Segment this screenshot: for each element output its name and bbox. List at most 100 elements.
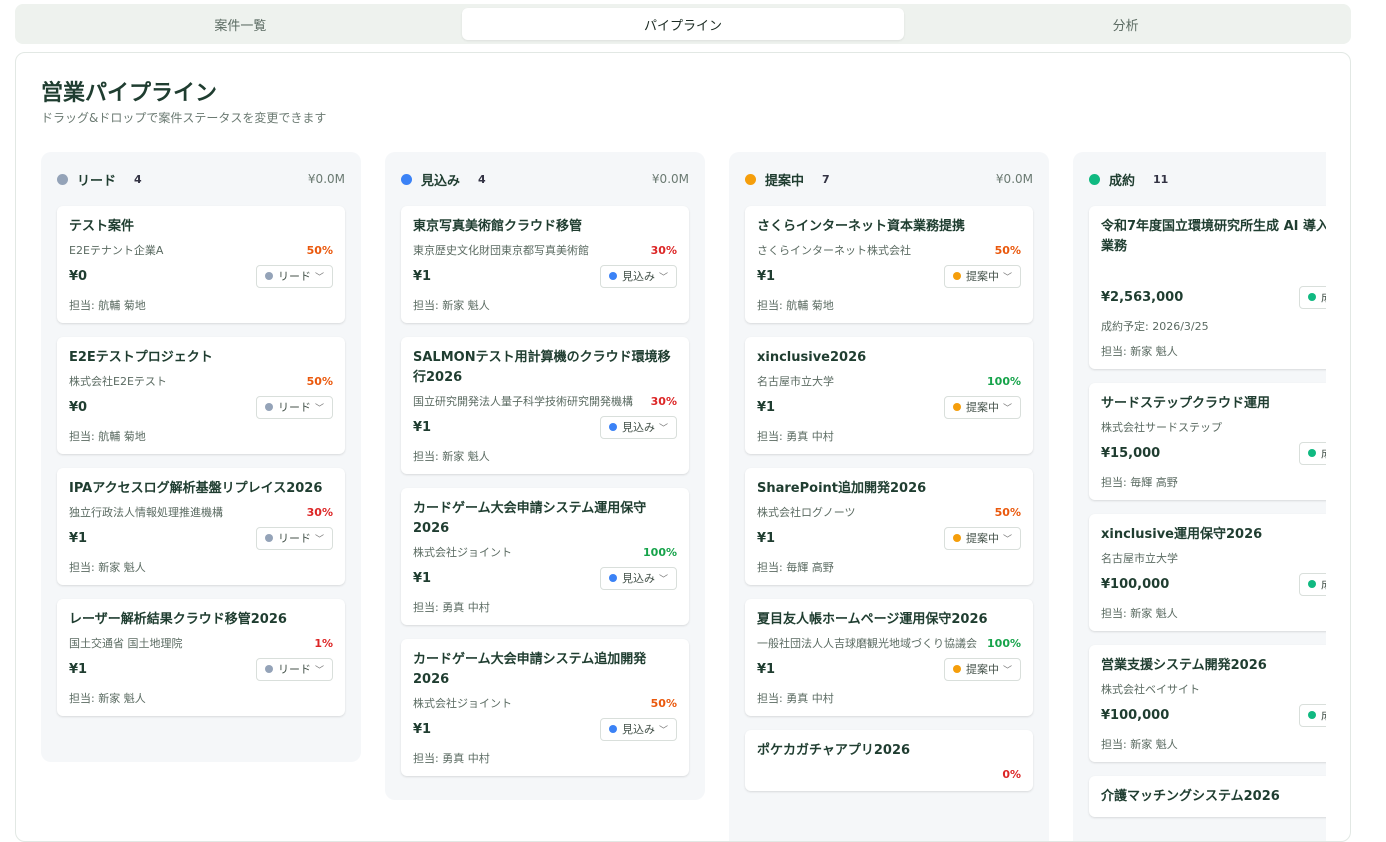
column-header: 見込み 4 ¥0.0M bbox=[401, 152, 689, 206]
deal-card[interactable]: さくらインターネット資本業務提携 さくらインターネット株式会社 50% ¥1 提案中 ﹀ 担… bbox=[745, 206, 1033, 323]
deal-card[interactable]: IPAアクセスログ解析基盤リプレイス2026 独立行政法人情報処理推進機構 30% ¥… bbox=[57, 468, 345, 585]
deal-probability: 30% bbox=[650, 244, 677, 257]
deal-owner: 担当: 新家 魁人 bbox=[1101, 345, 1178, 358]
chevron-down-icon: ﹀ bbox=[658, 574, 668, 585]
deal-amount-row: ¥1 リード ﹀ bbox=[69, 526, 333, 550]
deal-title: テスト案件 bbox=[69, 219, 135, 234]
deal-card[interactable]: 令和7年度国立環境研究所生成 AI 導入支援業務 ¥2,563,000 成約﹀ 成約予… bbox=[1089, 206, 1326, 369]
column-title: リード bbox=[77, 173, 117, 189]
status-dot-icon bbox=[608, 725, 617, 733]
deal-card[interactable]: E2Eテストプロジェクト 株式会社E2Eテスト 50% ¥0 リード ﹀ 担当: 航輔 菊地 bbox=[57, 337, 345, 454]
kanban-board: リード 4 ¥0.0M テスト案件 E2Eテナント企業A 50% ¥0 リード ﹀ 担当: 航輔 … bbox=[41, 152, 1326, 841]
deal-company: E2Eテナント企業A bbox=[69, 244, 164, 257]
status-select[interactable]: 見込み ﹀ bbox=[599, 264, 677, 288]
status-select[interactable]: リード ﹀ bbox=[255, 526, 333, 550]
deal-card[interactable]: サードステップクラウド運用株式会社サードステップ ¥15,000 成約﹀ 担当: 毎輝… bbox=[1089, 383, 1326, 500]
status-select[interactable]: 提案中 ﹀ bbox=[943, 395, 1021, 419]
deal-card[interactable]: SharePoint追加開発2026 株式会社ログノーツ 50% ¥1 提案中 ﹀ 担当: … bbox=[745, 468, 1033, 585]
deal-owner: 担当: 新家 魁人 bbox=[1101, 738, 1178, 751]
chevron-down-icon: ﹀ bbox=[1002, 403, 1012, 414]
deal-card[interactable]: 夏目友人帳ホームページ運用保守2026 一般社団法人人吉球磨観光地域づくり協議会 1… bbox=[745, 599, 1033, 716]
deal-card[interactable]: 介護マッチングシステム2026 bbox=[1089, 776, 1326, 817]
deal-company: 名古屋市立大学 bbox=[1101, 552, 1178, 565]
deal-card[interactable]: レーザー解析結果クラウド移管2026 国土交通省 国土地理院 1% ¥1 リード ﹀ 担当:… bbox=[57, 599, 345, 716]
deal-title: 東京写真美術館クラウド移管 bbox=[413, 219, 583, 234]
deal-title: サードステップクラウド運用 bbox=[1101, 396, 1271, 411]
deal-meta-row: E2Eテナント企業A 50% bbox=[69, 244, 333, 258]
deal-card[interactable]: 東京写真美術館クラウド移管 東京歴史文化財団東京都写真美術館 30% ¥1 見込み ﹀ 担当… bbox=[401, 206, 689, 323]
deal-card[interactable]: xinclusive運用保守2026 名古屋市立大学 ¥100,000 成約﹀ 担当: … bbox=[1089, 514, 1326, 631]
deal-meta-row: 株式会社ベイサイト bbox=[1101, 683, 1326, 697]
deal-card[interactable]: カードゲーム大会申請システム追加開発2026 株式会社ジョイント 50% ¥1 見込み ﹀… bbox=[401, 639, 689, 776]
status-select[interactable]: リード ﹀ bbox=[255, 657, 333, 681]
deal-amount: ¥1 bbox=[413, 570, 432, 586]
deal-title: SharePoint追加開発2026 bbox=[757, 481, 927, 496]
deal-owner: 担当: 勇真 中村 bbox=[757, 692, 834, 705]
status-select[interactable]: 成約﹀ bbox=[1298, 285, 1326, 309]
status-select[interactable]: リード ﹀ bbox=[255, 395, 333, 419]
deal-owner: 担当: 航輔 菊地 bbox=[69, 299, 146, 312]
chevron-down-icon: ﹀ bbox=[314, 665, 324, 676]
status-select[interactable]: 成約﹀ bbox=[1298, 703, 1326, 727]
deal-amount-row: ¥1 提案中 ﹀ bbox=[757, 264, 1021, 288]
chevron-down-icon: ﹀ bbox=[314, 534, 324, 545]
deal-title: カードゲーム大会申請システム運用保守2026 bbox=[413, 501, 647, 536]
deal-probability: 50% bbox=[306, 244, 333, 257]
chevron-down-icon: ﹀ bbox=[1002, 665, 1012, 676]
deal-amount: ¥1 bbox=[757, 661, 776, 677]
column-title: 成約 bbox=[1109, 173, 1136, 189]
deal-card[interactable]: テスト案件 E2Eテナント企業A 50% ¥0 リード ﹀ 担当: 航輔 菊地 bbox=[57, 206, 345, 323]
status-select[interactable]: 提案中 ﹀ bbox=[943, 526, 1021, 550]
deal-title: レーザー解析結果クラウド移管2026 bbox=[69, 612, 287, 627]
status-select[interactable]: リード ﹀ bbox=[255, 264, 333, 288]
deal-owner: 担当: 新家 魁人 bbox=[413, 450, 490, 463]
deal-card[interactable]: xinclusive2026 名古屋市立大学 100% ¥1 提案中 ﹀ 担当: 勇真 中村 bbox=[745, 337, 1033, 454]
deal-card[interactable]: ポケカガチャアプリ2026 0% bbox=[745, 730, 1033, 791]
status-dot-icon bbox=[1307, 580, 1316, 588]
column-total: ¥0.0M bbox=[307, 172, 345, 186]
status-select[interactable]: 成約﹀ bbox=[1298, 441, 1326, 465]
page-title: 営業パイプライン bbox=[41, 81, 218, 106]
status-select[interactable]: 見込み ﹀ bbox=[599, 566, 677, 590]
status-dot-icon bbox=[608, 272, 617, 280]
deal-company: 東京歴史文化財団東京都写真美術館 bbox=[413, 244, 589, 257]
deal-amount-row: ¥100,000 成約﹀ bbox=[1101, 572, 1326, 596]
status-select-label: 見込み bbox=[621, 572, 655, 585]
deal-title: カードゲーム大会申請システム追加開発2026 bbox=[413, 652, 647, 687]
deal-card[interactable]: SALMONテスト用計算機のクラウド環境移行2026 国立研究開発法人量子科学技術… bbox=[401, 337, 689, 474]
deal-title: xinclusive2026 bbox=[757, 350, 867, 365]
deal-meta-row: 独立行政法人情報処理推進機構 30% bbox=[69, 506, 333, 520]
chevron-down-icon: ﹀ bbox=[314, 272, 324, 283]
status-dot-icon bbox=[1307, 293, 1316, 301]
deal-amount-row: ¥15,000 成約﹀ bbox=[1101, 441, 1326, 465]
deal-amount: ¥1 bbox=[757, 268, 776, 284]
status-select-label: 見込み bbox=[621, 421, 655, 434]
status-select[interactable]: 提案中 ﹀ bbox=[943, 264, 1021, 288]
deal-card[interactable]: カードゲーム大会申請システム運用保守2026 株式会社ジョイント 100% ¥1 見込み… bbox=[401, 488, 689, 625]
deal-title: 介護マッチングシステム2026 bbox=[1101, 789, 1280, 804]
status-select-label: 見込み bbox=[621, 723, 655, 736]
status-select[interactable]: 成約﹀ bbox=[1298, 572, 1326, 596]
deal-card[interactable]: 営業支援システム開発2026 株式会社ベイサイト ¥100,000 成約﹀ 担当: 新家… bbox=[1089, 645, 1326, 762]
deal-owner: 担当: 新家 魁人 bbox=[69, 561, 146, 574]
deal-meta-row: 株式会社E2Eテスト 50% bbox=[69, 375, 333, 389]
deal-amount-row: ¥1 見込み ﹀ bbox=[413, 415, 677, 439]
deal-probability: 50% bbox=[994, 244, 1021, 257]
tab-deal-list[interactable]: 案件一覧 bbox=[19, 8, 462, 40]
deal-company: 名古屋市立大学 bbox=[757, 375, 834, 388]
status-dot-icon bbox=[608, 423, 617, 431]
chevron-down-icon: ﹀ bbox=[1002, 272, 1012, 283]
deal-amount-row: ¥1 提案中 ﹀ bbox=[757, 526, 1021, 550]
status-select[interactable]: 提案中 ﹀ bbox=[943, 657, 1021, 681]
status-select[interactable]: 見込み ﹀ bbox=[599, 415, 677, 439]
deal-amount-row: ¥2,563,000 成約﹀ bbox=[1101, 285, 1326, 309]
tab-analysis[interactable]: 分析 bbox=[904, 8, 1347, 40]
deal-probability: 50% bbox=[994, 506, 1021, 519]
deal-title: SALMONテスト用計算機のクラウド環境移行2026 bbox=[413, 350, 671, 385]
tab-pipeline[interactable]: パイプライン bbox=[461, 8, 905, 40]
deal-amount: ¥0 bbox=[69, 399, 88, 415]
status-select[interactable]: 見込み ﹀ bbox=[599, 717, 677, 741]
deal-amount: ¥2,563,000 bbox=[1101, 289, 1184, 305]
deal-amount: ¥1 bbox=[413, 419, 432, 435]
deal-spacer bbox=[1101, 257, 1326, 279]
